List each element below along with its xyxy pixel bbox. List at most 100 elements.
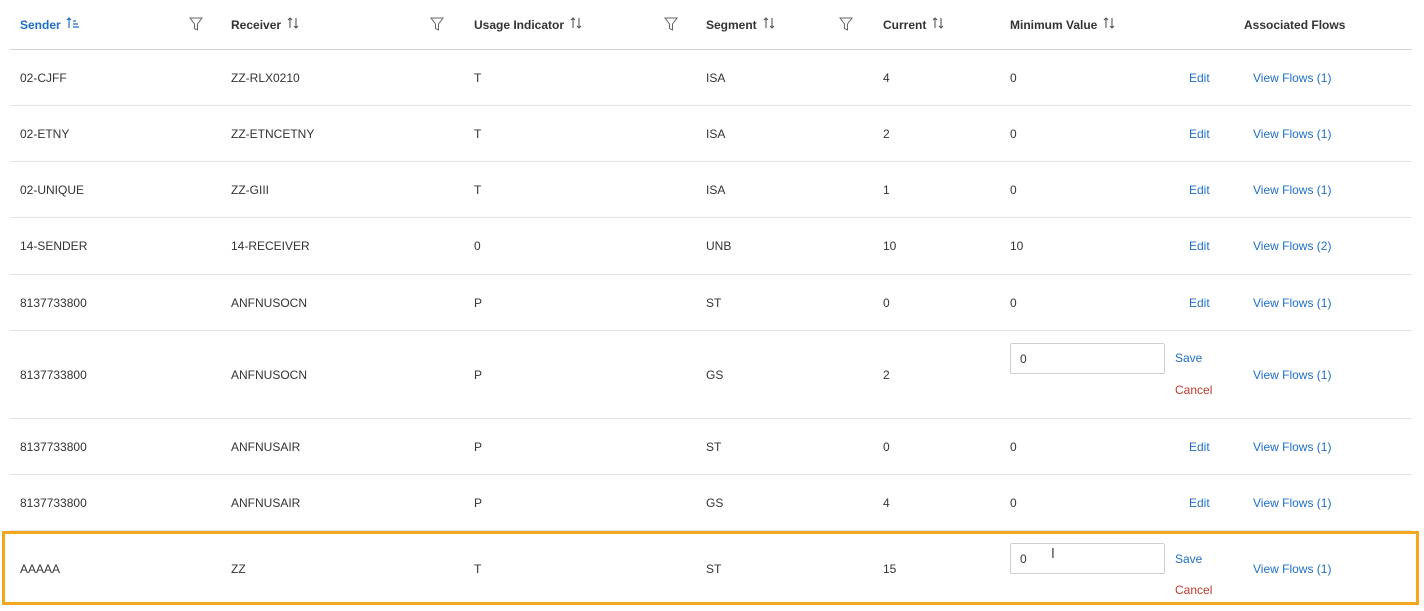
column-header-current[interactable]: Current [883, 0, 945, 49]
table-row: 8137733800 ANFNUSAIR P GS 4 0 Edit View … [10, 475, 1412, 531]
cell-minimum-value: 10 [1010, 239, 1024, 253]
sort-ascending-icon[interactable] [66, 16, 80, 33]
save-button[interactable]: Save [1175, 349, 1202, 367]
column-header-sender[interactable]: Sender [20, 0, 80, 49]
filter-icon[interactable] [839, 16, 853, 32]
cell-receiver: ZZ-GIII [231, 182, 269, 197]
cancel-button[interactable]: Cancel [1175, 381, 1212, 399]
column-header-label: Segment [706, 17, 757, 32]
edit-button[interactable]: Edit [1189, 218, 1210, 274]
column-header-label: Receiver [231, 17, 282, 32]
cell-minimum-value: 0 [1010, 295, 1017, 310]
table-row: 8137733800 ANFNUSAIR P ST 0 0 Edit View … [10, 419, 1412, 475]
cell-segment: UNB [706, 239, 732, 253]
cell-current: 0 [883, 295, 890, 310]
cell-sender: 02-UNIQUE [20, 182, 85, 197]
cell-usage-indicator: T [474, 70, 482, 85]
cell-current: 2 [883, 367, 890, 382]
column-header-label: Current [883, 17, 927, 32]
cell-segment: ST [706, 295, 722, 310]
edit-button[interactable]: Edit [1189, 106, 1210, 161]
table-row: 02-ETNY ZZ-ETNCETNY T ISA 2 0 Edit View … [10, 106, 1412, 162]
filter-icon[interactable] [430, 16, 444, 32]
column-header-label: Sender [20, 17, 61, 32]
view-flows-link[interactable]: View Flows (1) [1253, 106, 1331, 161]
cell-usage-indicator: P [474, 495, 483, 510]
column-header-label: Minimum Value [1010, 17, 1098, 32]
cell-usage-indicator: T [474, 182, 482, 197]
cell-sender: 02-ETNY [20, 126, 70, 141]
table-header: Sender Receiver Usage Indicator Segment … [10, 0, 1412, 50]
cell-usage-indicator: 0 [474, 239, 481, 253]
sort-icon[interactable] [286, 16, 300, 33]
cell-segment: ISA [706, 182, 726, 197]
cell-minimum-value: 0 [1010, 495, 1017, 510]
sort-icon[interactable] [1102, 16, 1116, 33]
sort-icon[interactable] [931, 16, 945, 33]
table-row: 02-UNIQUE ZZ-GIII T ISA 1 0 Edit View Fl… [10, 162, 1412, 218]
text-cursor-icon: I [1051, 547, 1055, 562]
view-flows-link[interactable]: View Flows (1) [1253, 162, 1331, 217]
view-flows-link[interactable]: View Flows (1) [1253, 533, 1331, 605]
view-flows-link[interactable]: View Flows (1) [1253, 331, 1331, 418]
cell-receiver: ANFNUSAIR [231, 495, 301, 510]
save-button[interactable]: Save [1175, 550, 1202, 568]
minimum-value-input[interactable] [1010, 343, 1165, 374]
cancel-button[interactable]: Cancel [1175, 581, 1212, 599]
cell-usage-indicator: T [474, 126, 482, 141]
column-header-usage-indicator[interactable]: Usage Indicator [474, 0, 583, 49]
cell-usage-indicator: T [474, 562, 482, 576]
filter-icon[interactable] [189, 16, 203, 32]
cell-current: 4 [883, 70, 890, 85]
cell-usage-indicator: P [474, 367, 483, 382]
edit-button[interactable]: Edit [1189, 50, 1210, 105]
cell-segment: GS [706, 367, 724, 382]
view-flows-link[interactable]: View Flows (1) [1253, 419, 1331, 474]
cell-receiver: ZZ-RLX0210 [231, 70, 300, 85]
edit-button[interactable]: Edit [1189, 162, 1210, 217]
view-flows-link[interactable]: View Flows (1) [1253, 50, 1331, 105]
cell-current: 4 [883, 495, 890, 510]
view-flows-link[interactable]: View Flows (2) [1253, 218, 1331, 274]
filter-icon[interactable] [664, 16, 678, 32]
cell-segment: GS [706, 495, 724, 510]
column-header-label: Associated Flows [1244, 17, 1346, 32]
table-row: 02-CJFF ZZ-RLX0210 T ISA 4 0 Edit View F… [10, 50, 1412, 106]
cell-minimum-value: 0 [1010, 182, 1017, 197]
cell-receiver: ANFNUSOCN [231, 367, 308, 382]
column-header-receiver[interactable]: Receiver [231, 0, 300, 49]
cell-current: 15 [883, 562, 897, 576]
cell-sender: AAAAA [20, 562, 61, 576]
view-flows-link[interactable]: View Flows (1) [1253, 475, 1331, 530]
cell-usage-indicator: P [474, 439, 483, 454]
edit-button[interactable]: Edit [1189, 275, 1210, 330]
cell-sender: 8137733800 [20, 495, 87, 510]
column-header-minimum-value[interactable]: Minimum Value [1010, 0, 1116, 49]
cell-sender: 8137733800 [20, 439, 87, 454]
edit-button[interactable]: Edit [1189, 475, 1210, 530]
cell-segment: ISA [706, 126, 726, 141]
cell-current: 1 [883, 182, 890, 197]
cell-current: 2 [883, 126, 890, 141]
minimum-value-input[interactable] [1010, 543, 1165, 574]
cell-receiver: ZZ [231, 562, 246, 576]
data-grid: Sender Receiver Usage Indicator Segment … [0, 0, 1424, 611]
cell-receiver: ANFNUSAIR [231, 439, 301, 454]
sort-icon[interactable] [569, 16, 583, 33]
column-header-segment[interactable]: Segment [706, 0, 776, 49]
sort-icon[interactable] [762, 16, 776, 33]
cell-sender: 8137733800 [20, 367, 87, 382]
cell-segment: ST [706, 562, 722, 576]
cell-receiver: ZZ-ETNCETNY [231, 126, 315, 141]
cell-receiver: ANFNUSOCN [231, 295, 308, 310]
table-row: 8137733800 ANFNUSOCN P GS 2 Save Cancel … [10, 331, 1412, 419]
view-flows-link[interactable]: View Flows (1) [1253, 275, 1331, 330]
cell-usage-indicator: P [474, 295, 483, 310]
table-row: 8137733800 ANFNUSOCN P ST 0 0 Edit View … [10, 275, 1412, 331]
edit-button[interactable]: Edit [1189, 419, 1210, 474]
cell-sender: 02-CJFF [20, 70, 67, 85]
table-row: AAAAA ZZ T ST 15 Save Cancel View Flows … [10, 533, 1412, 605]
cell-minimum-value: 0 [1010, 70, 1017, 85]
cell-sender: 8137733800 [20, 295, 87, 310]
cell-receiver: 14-RECEIVER [231, 239, 310, 253]
